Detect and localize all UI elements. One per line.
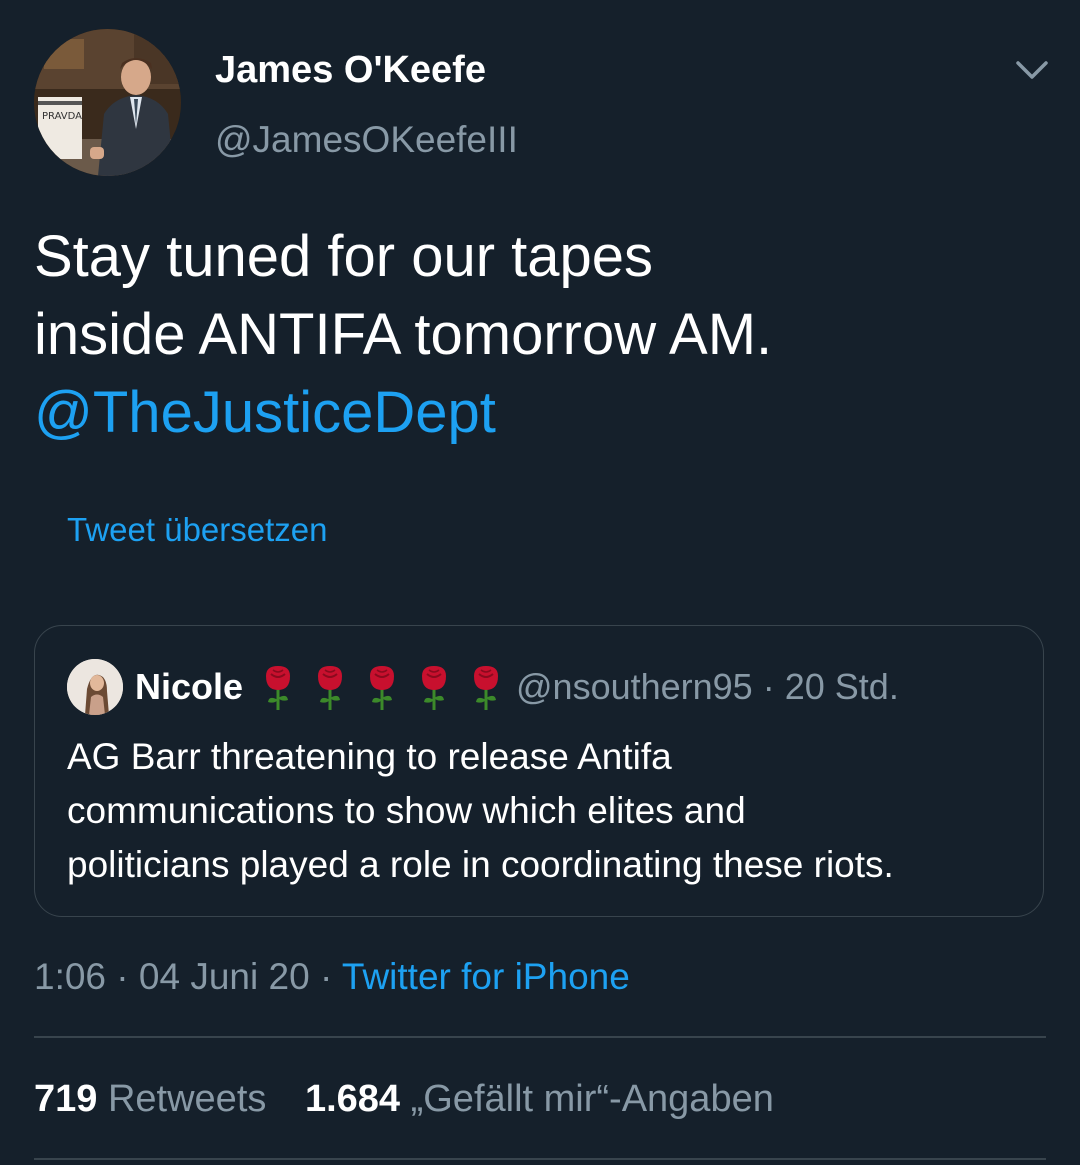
quoted-tweet-card[interactable]: Nicole @nsouthern95 · 20 Std. AG Barr th… <box>34 625 1044 917</box>
engagement-stats: 719 Retweets 1.684 „Gefällt mir“-Angaben <box>34 1076 774 1122</box>
retweets-stat[interactable]: 719 Retweets <box>34 1078 277 1120</box>
likes-count: 1.684 <box>304 1078 401 1120</box>
quoted-text-line: politicians played a role in coordinatin… <box>67 844 894 885</box>
quoted-tweet-text: AG Barr threatening to release Antifa co… <box>67 730 1017 892</box>
rose-icon <box>318 666 342 710</box>
likes-label: „Gefällt mir“-Angaben <box>410 1078 774 1120</box>
quoted-text-line: AG Barr threatening to release Antifa <box>67 736 672 777</box>
tweet-time[interactable]: 1:06 <box>34 956 106 997</box>
quoted-tweet-age: 20 Std. <box>784 666 899 707</box>
author-display-name[interactable]: James O'Keefe <box>215 50 486 90</box>
rose-icon <box>370 666 394 710</box>
tweet-meta: 1:06 · 04 Juni 20 · Twitter for iPhone <box>34 955 630 999</box>
chevron-down-icon[interactable] <box>1012 52 1052 88</box>
retweets-count: 719 <box>34 1078 98 1120</box>
divider <box>34 1036 1046 1038</box>
mention-link[interactable]: @TheJusticeDept <box>34 374 1044 452</box>
tweet-date[interactable]: 04 Juni 20 <box>139 956 310 997</box>
tweet-source-link[interactable]: Twitter for iPhone <box>342 956 630 997</box>
likes-stat[interactable]: 1.684 „Gefällt mir“-Angaben <box>305 1078 774 1120</box>
tweet-text-line: Stay tuned for our tapes <box>34 224 654 289</box>
divider <box>34 1158 1046 1160</box>
meta-separator: · <box>116 956 129 997</box>
tweet-text-line: inside ANTIFA tomorrow AM. <box>34 302 773 367</box>
quoted-tweet-meta: @nsouthern95 · 20 Std. <box>516 667 899 707</box>
quoted-author-handle: @nsouthern95 <box>516 666 753 707</box>
tweet-detail: PRAVDA James O'Keefe @JamesOKeefeIII Sta… <box>0 0 1080 1165</box>
quoted-author-name: Nicole <box>135 666 244 707</box>
retweets-label: Retweets <box>107 1078 267 1120</box>
author-avatar[interactable]: PRAVDA <box>34 29 181 176</box>
rose-icon <box>266 666 290 710</box>
rose-emoji-group <box>260 662 504 712</box>
meta-separator: · <box>762 666 775 707</box>
translate-tweet-link[interactable]: Tweet übersetzen <box>67 510 328 550</box>
quoted-text-line: communications to show which elites and <box>67 790 746 831</box>
author-handle[interactable]: @JamesOKeefeIII <box>215 120 518 160</box>
quoted-author-avatar <box>67 659 123 715</box>
tweet-text: Stay tuned for our tapes inside ANTIFA t… <box>34 218 1044 452</box>
svg-text:PRAVDA: PRAVDA <box>42 111 82 122</box>
rose-icon <box>422 666 446 710</box>
rose-icon <box>474 666 498 710</box>
meta-separator: · <box>319 956 333 997</box>
